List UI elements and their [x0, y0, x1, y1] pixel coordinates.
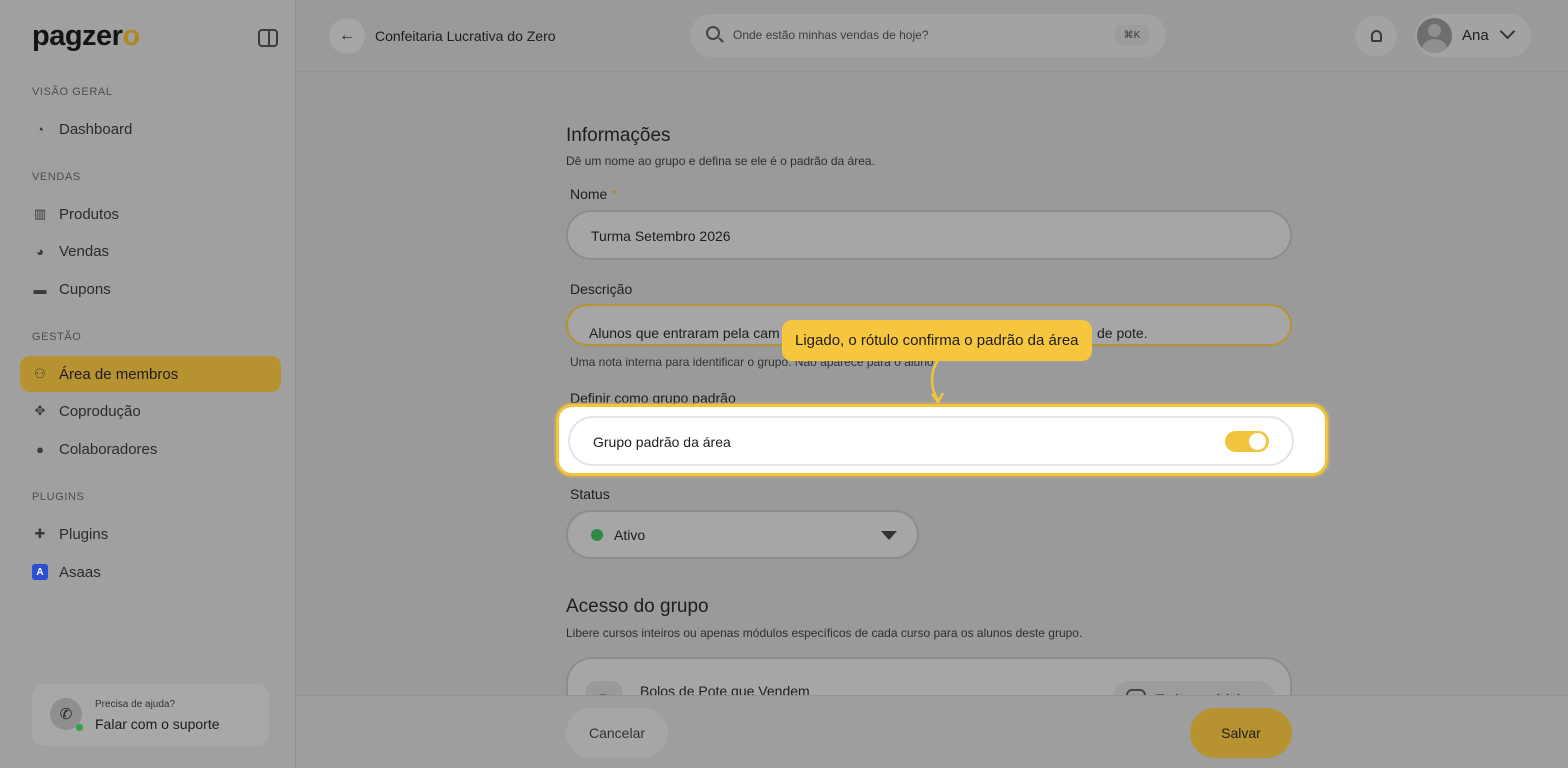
support-card[interactable]: ✆ Precisa de ajuda? Falar com o suporte — [32, 684, 269, 746]
page-title: Confeitaria Lucrativa do Zero — [375, 28, 556, 44]
toggle-label: Grupo padrão da área — [593, 434, 731, 450]
form-footer: Cancelar Salvar — [297, 695, 1568, 768]
top-bar: ← Confeitaria Lucrativa do Zero Onde est… — [297, 0, 1568, 72]
status-select[interactable]: Ativo — [566, 510, 919, 559]
asaas-icon: A — [32, 564, 48, 580]
avatar — [1417, 18, 1452, 53]
dashboard-icon: ◔ — [36, 121, 44, 137]
default-group-spotlight: Grupo padrão da área — [556, 404, 1328, 476]
chevron-down-icon — [1499, 23, 1516, 40]
sidebar-item-plugins[interactable]: ✚ Plugins — [20, 516, 281, 552]
handshake-icon: ✥ — [34, 403, 46, 418]
products-icon: ▥ — [33, 206, 47, 221]
sidebar: pagzero VISÃO GERAL ◔ Dashboard VENDAS ▥ P… — [0, 0, 296, 768]
sidebar-item-collaborators[interactable]: ● Colaboradores — [20, 431, 281, 467]
search-bar[interactable]: Onde estão minhas vendas de hoje? ⌘K — [690, 14, 1166, 57]
search-input[interactable]: Onde estão minhas vendas de hoje? — [733, 28, 928, 42]
info-section-title: Informações — [566, 125, 671, 146]
sales-icon: ◕ — [36, 243, 44, 259]
status-value: Ativo — [614, 527, 646, 543]
sidebar-collapse-icon[interactable] — [258, 29, 278, 47]
sidebar-item-members-area[interactable]: ⚇ Área de membros — [20, 356, 281, 392]
info-section-subtitle: Dê um nome ao grupo e defina se ele é o … — [566, 154, 875, 168]
status-dot — [591, 529, 603, 541]
online-status-dot — [76, 724, 83, 731]
required-marker: * — [611, 186, 617, 202]
coupon-icon: ▬ — [33, 281, 47, 297]
search-shortcut-badge: ⌘K — [1115, 25, 1149, 45]
user-name: Ana — [1462, 27, 1489, 44]
sidebar-item-products[interactable]: ▥ Produtos — [20, 196, 281, 232]
default-group-switch[interactable] — [1225, 431, 1269, 452]
search-icon — [706, 26, 720, 40]
switch-knob — [1249, 433, 1266, 450]
caret-down-icon — [881, 531, 897, 540]
name-label: Nome * — [570, 186, 617, 202]
access-section-subtitle: Libere cursos inteiros ou apenas módulos… — [566, 626, 1083, 640]
puzzle-icon: ✚ — [34, 526, 46, 541]
back-button[interactable]: ← — [329, 18, 365, 54]
sidebar-item-dashboard[interactable]: ◔ Dashboard — [20, 111, 281, 147]
support-link[interactable]: Falar com o suporte — [95, 716, 220, 732]
support-caption: Precisa de ajuda? — [95, 699, 176, 710]
name-field[interactable]: Turma Setembro 2026 — [566, 210, 1292, 260]
sidebar-item-coupons[interactable]: ▬ Cupons — [20, 271, 281, 307]
sidebar-item-asaas[interactable]: A Asaas — [20, 554, 281, 590]
tooltip-arrow-icon — [930, 359, 945, 405]
access-section-title: Acesso do grupo — [566, 596, 709, 617]
user-icon: ● — [36, 441, 44, 457]
user-menu[interactable]: Ana — [1415, 14, 1531, 57]
bell-icon — [1370, 30, 1382, 42]
notifications-button[interactable] — [1355, 15, 1397, 57]
members-icon: ⚇ — [34, 366, 46, 381]
section-overview: VISÃO GERAL — [32, 86, 113, 98]
cancel-button[interactable]: Cancelar — [566, 708, 668, 758]
tooltip: Ligado, o rótulo confirma o padrão da ár… — [782, 320, 1092, 361]
sidebar-item-sales[interactable]: ◕ Vendas — [20, 233, 281, 269]
section-management: GESTÃO — [32, 331, 82, 343]
description-text-end: de pote. — [1097, 325, 1148, 341]
description-text-start: Alunos que entraram pela cam — [589, 325, 780, 341]
default-group-toggle-row[interactable]: Grupo padrão da área — [568, 416, 1294, 466]
sidebar-item-coproduction[interactable]: ✥ Coprodução — [20, 393, 281, 429]
save-button[interactable]: Salvar — [1190, 708, 1292, 758]
logo[interactable]: pagzero — [32, 20, 140, 53]
section-plugins: PLUGINS — [32, 491, 85, 503]
section-sales: VENDAS — [32, 171, 81, 183]
description-label: Descrição — [570, 281, 633, 297]
status-label: Status — [570, 486, 610, 502]
arrow-left-icon: ← — [339, 27, 355, 44]
